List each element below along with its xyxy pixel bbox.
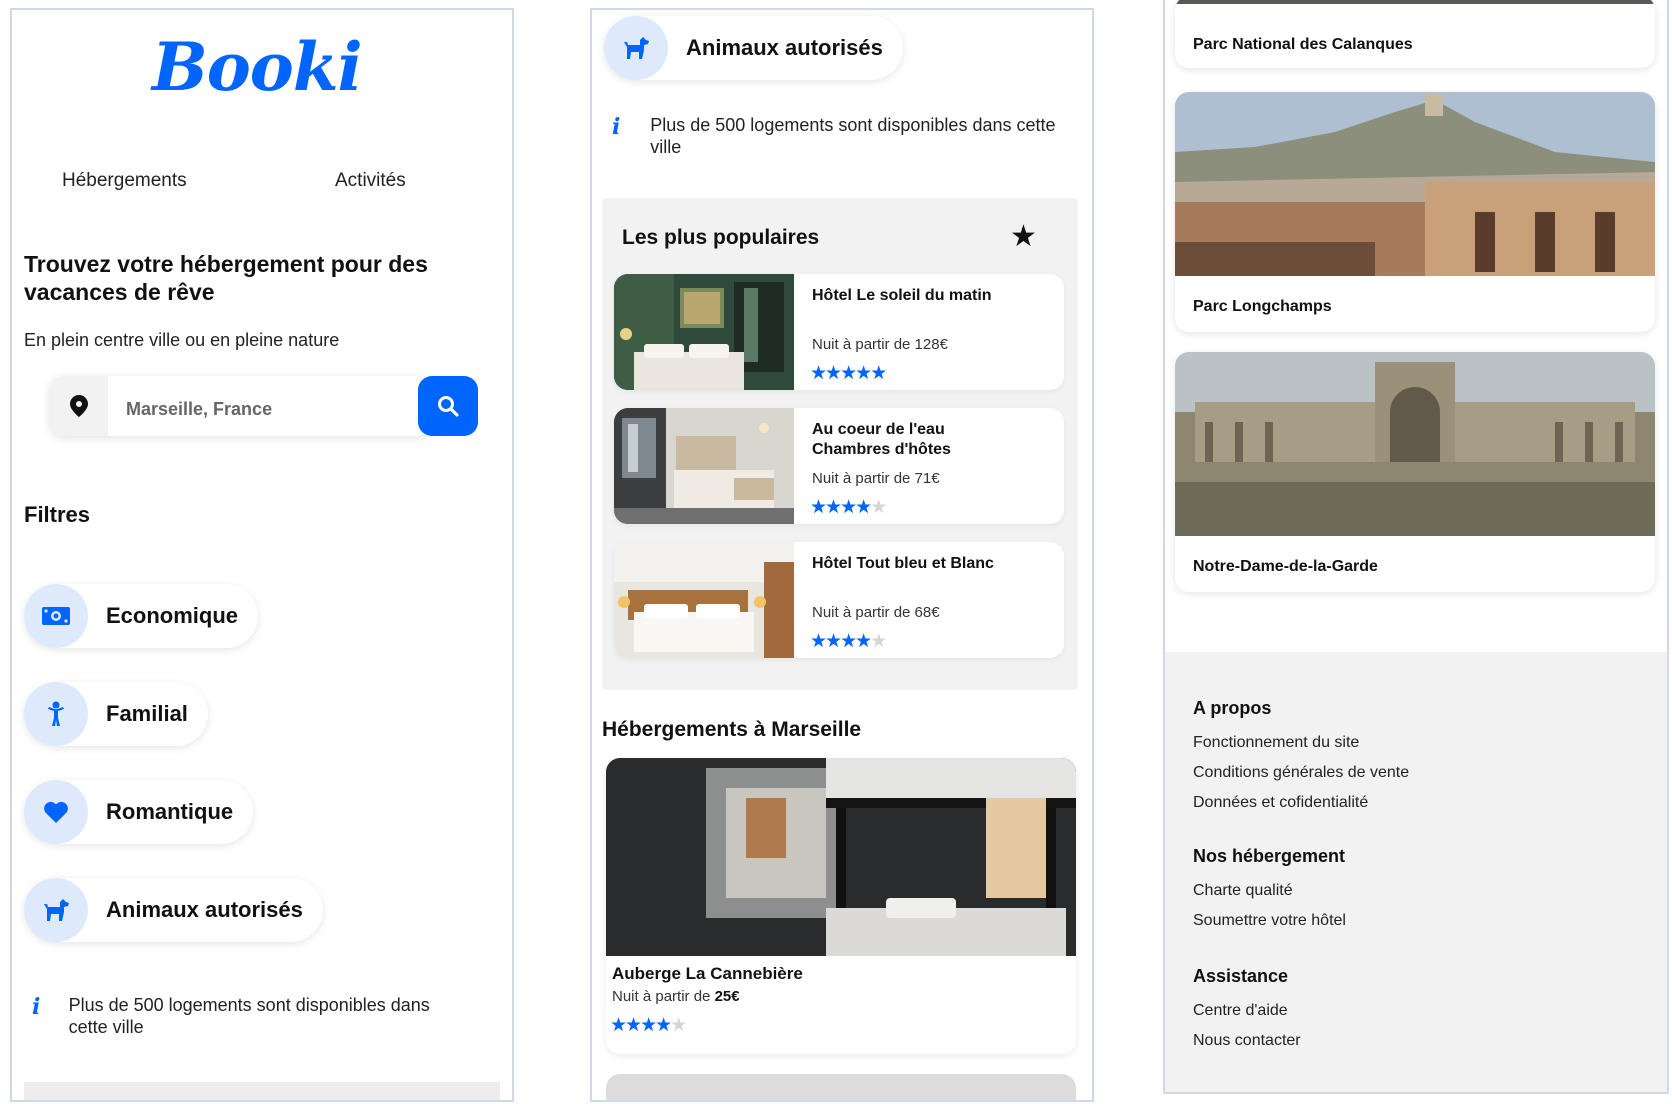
hotel-name: Au coeur de l'eau Chambres d'hôtes <box>812 421 951 458</box>
nav-activites[interactable]: Activités <box>335 170 406 192</box>
footer-link[interactable]: Données et cofidentialité <box>1193 794 1368 812</box>
star-filled-icon: ★ <box>840 363 857 384</box>
star-filled-icon: ★ <box>825 497 842 518</box>
star-empty-icon: ★ <box>870 631 887 652</box>
filter-animaux[interactable]: Animaux autorisés <box>604 16 903 80</box>
footer: A propos Fonctionnement du site Conditio… <box>1165 652 1667 1092</box>
city-photo-image <box>1175 92 1655 276</box>
hotel-price: Nuit à partir de 71€ <box>812 470 940 487</box>
rating-stars: ★★★★★ <box>610 1014 687 1037</box>
child-icon <box>24 682 88 746</box>
star-filled-icon: ★ <box>655 1015 672 1036</box>
star-empty-icon: ★ <box>670 1015 687 1036</box>
footer-link[interactable]: Soumettre votre hôtel <box>1193 912 1346 930</box>
activity-label: Notre-Dame-de-la-Garde <box>1193 558 1378 575</box>
footer-heading: A propos <box>1193 698 1272 718</box>
activity-label: Parc Longchamps <box>1193 298 1332 315</box>
filter-label: Animaux autorisés <box>686 35 883 60</box>
popular-title: Les plus populaires <box>622 226 820 249</box>
info-text: Plus de 500 logements sont disponibles d… <box>68 995 430 1037</box>
filter-label: Animaux autorisés <box>106 897 303 922</box>
nav-hebergements[interactable]: Hébergements <box>62 170 187 192</box>
search-icon <box>438 396 459 417</box>
palace-photo-image <box>1175 352 1655 536</box>
star-filled-icon: ★ <box>610 1015 627 1036</box>
hero-title: Trouvez votre hébergement pour des vacan… <box>24 251 428 305</box>
filter-label: Romantique <box>106 799 234 824</box>
rating-stars: ★★★★★ <box>810 496 887 519</box>
star-filled-icon: ★ <box>625 1015 642 1036</box>
info-message: i Plus de 500 logements sont disponibles… <box>612 114 1072 158</box>
popular-card[interactable]: Hôtel Le soleil du matin Nuit à partir d… <box>614 274 1064 390</box>
info-icon: i <box>32 994 41 1020</box>
rating-stars: ★★★★★ <box>810 630 887 653</box>
filter-label: Economique <box>106 603 239 628</box>
filter-romantique[interactable]: Romantique <box>24 780 254 844</box>
star-filled-icon: ★ <box>810 497 827 518</box>
mobile-view-bottom: Parc National des Calanques Parc Longcha… <box>1163 0 1669 1094</box>
hebergement-price: Nuit à partir de 25€ <box>612 988 740 1005</box>
location-pin-icon <box>50 376 108 436</box>
hebergements-title: Hébergements à Marseille <box>602 718 862 741</box>
hotel-room-image <box>614 542 794 658</box>
footer-link[interactable]: Fonctionnement du site <box>1193 734 1359 752</box>
star-filled-icon: ★ <box>640 1015 657 1036</box>
hotel-name: Hôtel Le soleil du matin <box>812 287 992 304</box>
info-icon: i <box>612 114 621 140</box>
star-filled-icon: ★ <box>855 631 872 652</box>
star-filled-icon: ★ <box>810 363 827 384</box>
filter-economique[interactable]: Economique <box>24 584 259 648</box>
activity-card[interactable]: Notre-Dame-de-la-Garde <box>1175 352 1655 592</box>
mobile-view-middle: Animaux autorisés i Plus de 500 logement… <box>590 8 1094 1102</box>
star-empty-icon: ★ <box>870 497 887 518</box>
search-input[interactable]: Marseille, France <box>126 399 272 420</box>
popular-card[interactable]: Hôtel Tout bleu et Blanc Nuit à partir d… <box>614 542 1064 658</box>
money-icon <box>24 584 88 648</box>
booki-logo[interactable]: Booki <box>152 28 363 106</box>
filter-animaux[interactable]: Animaux autorisés <box>24 878 323 942</box>
hebergement-card[interactable]: Auberge La Cannebière Nuit à partir de 2… <box>606 758 1076 1054</box>
activity-card[interactable]: Parc National des Calanques <box>1175 0 1655 68</box>
footer-link[interactable]: Centre d'aide <box>1193 1002 1288 1020</box>
star-icon: ★ <box>1010 220 1037 253</box>
hebergement-name: Auberge La Cannebière <box>612 964 803 983</box>
popular-card[interactable]: Au coeur de l'eau Chambres d'hôtes Nuit … <box>614 408 1064 524</box>
hebergement-card-partial[interactable] <box>606 1074 1076 1100</box>
star-filled-icon: ★ <box>840 631 857 652</box>
star-filled-icon: ★ <box>825 363 842 384</box>
hostel-room-image <box>606 758 1076 956</box>
star-filled-icon: ★ <box>810 631 827 652</box>
filter-label: Familial <box>106 701 188 726</box>
hotel-price: Nuit à partir de 128€ <box>812 336 948 353</box>
activity-card[interactable]: Parc Longchamps <box>1175 92 1655 332</box>
filters-title: Filtres <box>24 502 91 527</box>
footer-heading: Nos hébergement <box>1193 846 1346 866</box>
footer-link[interactable]: Conditions générales de vente <box>1193 764 1409 782</box>
star-filled-icon: ★ <box>840 497 857 518</box>
info-text: Plus de 500 logements sont disponibles d… <box>650 115 1056 157</box>
dog-icon <box>604 16 668 80</box>
star-filled-icon: ★ <box>870 363 887 384</box>
section-edge <box>24 1082 500 1100</box>
activity-label: Parc National des Calanques <box>1193 36 1413 53</box>
rating-stars: ★★★★★ <box>810 362 887 385</box>
hotel-room-image <box>614 408 794 524</box>
star-filled-icon: ★ <box>825 631 842 652</box>
hotel-name: Hôtel Tout bleu et Blanc <box>812 555 994 572</box>
star-filled-icon: ★ <box>855 363 872 384</box>
search-button[interactable] <box>418 376 478 436</box>
dog-icon <box>24 878 88 942</box>
footer-link[interactable]: Nous contacter <box>1193 1032 1301 1050</box>
star-filled-icon: ★ <box>855 497 872 518</box>
hotel-room-image <box>614 274 794 390</box>
footer-link[interactable]: Charte qualité <box>1193 882 1293 900</box>
hotel-price: Nuit à partir de 68€ <box>812 604 940 621</box>
filter-familial[interactable]: Familial <box>24 682 208 746</box>
activity-image <box>1175 0 1655 4</box>
footer-heading: Assistance <box>1193 966 1289 986</box>
info-message: i Plus de 500 logements sont disponibles… <box>32 994 472 1038</box>
mobile-view-top: Booki Hébergements Activités Trouvez vot… <box>10 8 514 1102</box>
hero-subtitle: En plein centre ville ou en pleine natur… <box>24 330 340 350</box>
heart-icon <box>24 780 88 844</box>
